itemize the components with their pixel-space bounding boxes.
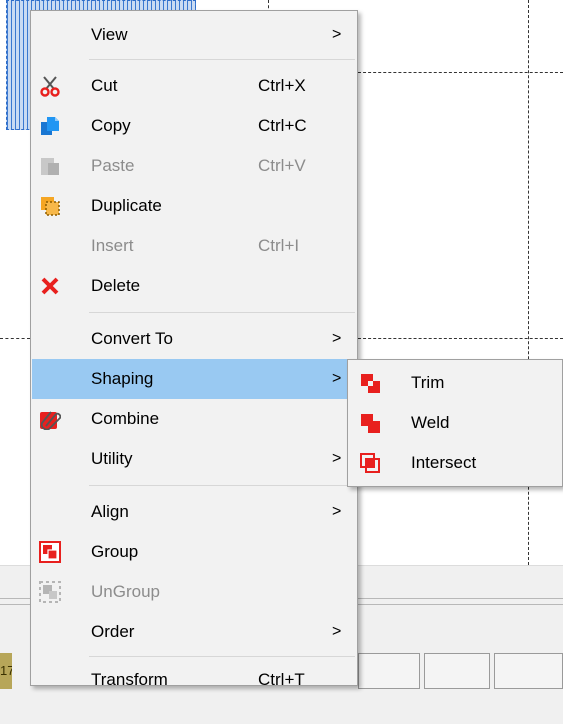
menu-item-label: Paste [91, 156, 135, 175]
group-icon [39, 541, 61, 563]
context-menu: View > Cut Ctrl+X Copy Ctrl+C Paste Ctrl… [30, 10, 358, 689]
submenu-item-trim[interactable]: Trim [349, 363, 563, 403]
menu-item-label: Shaping [91, 369, 154, 388]
menu-item-shortcut: Ctrl+V [258, 156, 306, 175]
menu-item-align[interactable]: Align > [32, 492, 356, 532]
menu-item-shortcut: Ctrl+C [258, 116, 307, 135]
submenu-item-label: Trim [411, 373, 445, 392]
menu-separator [89, 59, 355, 60]
menu-item-shortcut: Ctrl+X [258, 76, 306, 95]
menu-item-cut[interactable]: Cut Ctrl+X [32, 66, 356, 106]
menu-item-delete[interactable]: Delete [32, 266, 356, 306]
menu-item-label: Insert [91, 236, 134, 255]
menu-separator [89, 485, 355, 486]
menu-item-shaping[interactable]: Shaping > [32, 359, 356, 399]
menu-item-copy[interactable]: Copy Ctrl+C [32, 106, 356, 146]
menu-item-utility[interactable]: Utility > [32, 439, 356, 479]
menu-item-convert-to[interactable]: Convert To > [32, 319, 356, 359]
status-cell [494, 653, 563, 689]
paperclip-icon [39, 408, 62, 431]
submenu-item-label: Weld [411, 413, 450, 432]
menu-item-label: Combine [91, 409, 160, 428]
submenu-item-weld[interactable]: Weld [349, 403, 563, 443]
intersect-icon [359, 452, 381, 474]
scissors-icon [39, 75, 61, 97]
submenu-item-label: Intersect [411, 453, 477, 472]
chevron-right-icon: > [332, 370, 342, 387]
menu-item-label: Copy [91, 116, 131, 135]
submenu-item-intersect[interactable]: Intersect [349, 443, 563, 483]
chevron-right-icon: > [332, 503, 342, 520]
shaping-submenu: Trim Weld Intersect [347, 359, 563, 487]
menu-separator [89, 312, 355, 313]
copy-icon [39, 115, 61, 137]
status-cell [424, 653, 490, 689]
chevron-right-icon: > [332, 450, 342, 467]
menu-item-label: Utility [91, 449, 133, 468]
menu-item-label: Align [91, 502, 129, 521]
delete-x-icon [39, 275, 61, 297]
menu-item-duplicate[interactable]: Duplicate [32, 186, 356, 226]
status-left-chip: 17 [0, 653, 12, 689]
menu-item-shortcut: Ctrl+T [258, 670, 305, 689]
menu-item-label: Delete [91, 276, 141, 295]
duplicate-icon [39, 195, 61, 217]
status-cell [358, 653, 420, 689]
ungroup-icon [39, 581, 61, 603]
menu-item-combine[interactable]: Combine [32, 399, 356, 439]
menu-item-shortcut: Ctrl+I [258, 236, 300, 255]
menu-item-label: Duplicate [91, 196, 162, 215]
menu-item-transform[interactable]: Transform Ctrl+T [32, 643, 356, 689]
menu-item-group[interactable]: Group [32, 532, 356, 572]
menu-item-ungroup[interactable]: UnGroup [32, 572, 356, 612]
menu-item-label: Group [91, 542, 139, 561]
chevron-right-icon: > [332, 330, 342, 347]
paste-icon [39, 155, 61, 177]
menu-item-label: View [91, 25, 128, 44]
menu-item-insert[interactable]: Insert Ctrl+I [32, 226, 356, 266]
menu-item-label: Transform [91, 670, 168, 689]
menu-item-label: Convert To [91, 329, 173, 348]
weld-icon [359, 412, 381, 434]
guide-line [0, 338, 30, 339]
guide-line [358, 72, 563, 73]
menu-item-view[interactable]: View > [32, 15, 356, 55]
chevron-right-icon: > [332, 26, 342, 43]
trim-icon [359, 372, 381, 394]
menu-item-label: UnGroup [91, 582, 160, 601]
guide-line [358, 338, 563, 339]
menu-item-label: Cut [91, 76, 118, 95]
menu-item-paste[interactable]: Paste Ctrl+V [32, 146, 356, 186]
